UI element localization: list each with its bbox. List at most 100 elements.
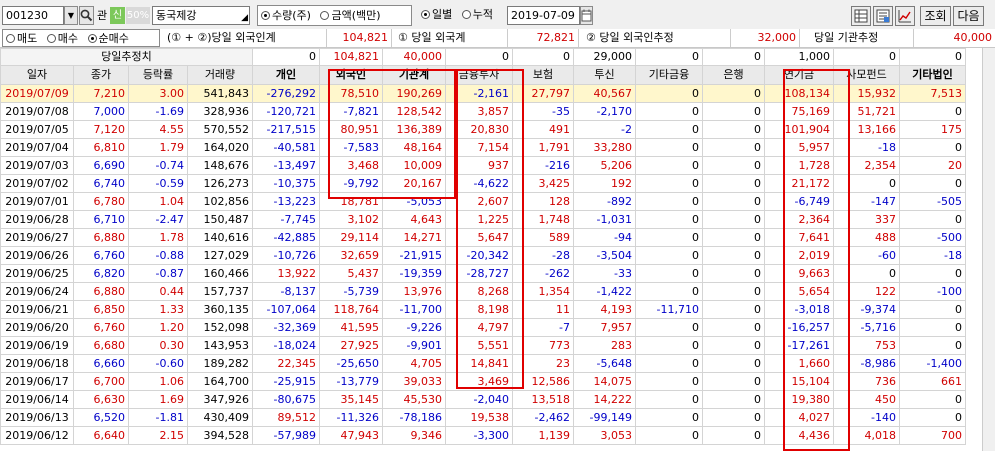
date-cell: 2019/06/21: [0, 300, 74, 319]
column-header[interactable]: 종가: [73, 65, 129, 85]
date-cell: 2019/06/12: [0, 426, 74, 445]
table-row[interactable]: 2019/06/17 6,700 1.06 164,700 -25,915 -13,779…: [0, 372, 966, 391]
estimate-cell: 0: [635, 48, 703, 66]
column-header[interactable]: 기관계: [382, 65, 446, 85]
value-cell: -7,821: [319, 102, 383, 121]
value-cell: 0.44: [128, 282, 188, 301]
value-cell: 0: [702, 372, 765, 391]
trade-option-buy[interactable]: 매수: [46, 32, 78, 45]
foreign-firm-value: 72,821: [507, 29, 579, 47]
estimate-cell: 104,821: [319, 48, 383, 66]
column-header[interactable]: 사모펀드: [833, 65, 900, 85]
column-header[interactable]: 보험: [512, 65, 574, 85]
table-row[interactable]: 2019/06/27 6,880 1.78 140,616 -42,885 29,114 1…: [0, 228, 966, 247]
value-cell: 0: [702, 390, 765, 409]
table-row[interactable]: 2019/07/05 7,120 4.55 570,552 -217,515 80,951…: [0, 120, 966, 139]
table-row[interactable]: 2019/06/20 6,760 1.20 152,098 -32,369 41,595-…: [0, 318, 966, 337]
value-cell: 6,780: [73, 192, 129, 211]
value-cell: 0: [635, 84, 703, 103]
table-row[interactable]: 2019/06/21 6,850 1.33 360,135 -107,064 118,76…: [0, 300, 966, 319]
value-cell: 0: [899, 210, 966, 229]
column-header[interactable]: 등락률: [128, 65, 188, 85]
table-row[interactable]: 2019/07/08 7,000 -1.69 328,936 -120,721 -7,82…: [0, 102, 966, 121]
value-cell: -0.88: [128, 246, 188, 265]
table-row[interactable]: 2019/06/12 6,640 2.15 394,528 -57,989 47,943 9…: [0, 426, 966, 445]
column-header[interactable]: 개인: [252, 65, 320, 85]
table-row[interactable]: 2019/06/13 6,520 -1.81 430,409 89,512 -11,326…: [0, 408, 966, 427]
column-header[interactable]: 투신: [573, 65, 636, 85]
value-cell: 152,098: [187, 318, 253, 337]
table-row[interactable]: 2019/07/02 6,740 -0.59 126,273 -10,375 -9,792…: [0, 174, 966, 193]
value-cell: 126,273: [187, 174, 253, 193]
column-header[interactable]: 금융투자: [445, 65, 513, 85]
value-cell: 6,660: [73, 354, 129, 373]
table-row[interactable]: 2019/07/09 7,210 3.00 541,843 -276,292 78,510…: [0, 84, 966, 103]
vertical-scrollbar[interactable]: [982, 48, 995, 451]
table-row[interactable]: 2019/06/26 6,760 -0.88 127,029 -10,726 32,659…: [0, 246, 966, 265]
date-cell: 2019/07/05: [0, 120, 74, 139]
column-header[interactable]: 연기금: [764, 65, 834, 85]
table-row[interactable]: 2019/07/04 6,810 1.79 164,020 -40,581 -7,583 4…: [0, 138, 966, 157]
table-row[interactable]: 2019/06/18 6,660 -0.60 189,282 22,345 -25,650…: [0, 354, 966, 373]
period-option-cumulative[interactable]: 누적: [461, 8, 493, 21]
stock-name-text: 동국제강: [156, 9, 197, 22]
value-cell: 157,737: [187, 282, 253, 301]
value-cell: 6,760: [73, 246, 129, 265]
stock-code-input[interactable]: 001230: [2, 6, 64, 25]
table-row[interactable]: 2019/07/03 6,690 -0.74 148,676 -13,497 3,468 1…: [0, 156, 966, 175]
table-row[interactable]: 2019/06/19 6,680 0.30 143,953 -18,024 27,925-…: [0, 336, 966, 355]
date-cell: 2019/07/03: [0, 156, 74, 175]
trade-option-sell[interactable]: 매도: [6, 32, 37, 45]
table-row[interactable]: 2019/06/24 6,880 0.44 157,737 -8,137 -5,739 13…: [0, 282, 966, 301]
formula-value: 104,821: [326, 29, 392, 47]
value-cell: 541,843: [187, 84, 253, 103]
code-dropdown-arrow-icon[interactable]: ▼: [64, 6, 78, 25]
value-cell: 6,760: [73, 318, 129, 337]
table-row[interactable]: 2019/06/28 6,710 -2.47 150,487 -7,745 3,102 4,…: [0, 210, 966, 229]
value-cell: 23: [512, 354, 574, 373]
value-cell: 700: [899, 426, 966, 445]
value-cell: 14,841: [445, 354, 513, 373]
column-header[interactable]: 기타금융: [635, 65, 703, 85]
column-header[interactable]: 은행: [702, 65, 765, 85]
value-cell: 0: [899, 264, 966, 283]
value-cell: -18,024: [252, 336, 320, 355]
next-button[interactable]: 다음: [953, 6, 984, 26]
value-cell: 6,680: [73, 336, 129, 355]
column-header[interactable]: 일자: [0, 65, 74, 85]
calendar-icon[interactable]: [580, 6, 593, 25]
settings-table-icon[interactable]: [873, 6, 893, 26]
stock-name-field[interactable]: 동국제강 ◢: [152, 6, 250, 25]
value-cell: 128: [512, 192, 574, 211]
unit-option-quantity[interactable]: 수량(주): [261, 9, 311, 22]
value-cell: 1,660: [764, 354, 834, 373]
value-cell: 3,857: [445, 102, 513, 121]
column-header[interactable]: 거래량: [187, 65, 253, 85]
value-cell: -11,710: [635, 300, 703, 319]
table-row[interactable]: 2019/06/14 6,630 1.69 347,926 -80,675 35,145 4…: [0, 390, 966, 409]
value-cell: 0: [635, 156, 703, 175]
unit-option-amount[interactable]: 금액(백만): [320, 9, 381, 22]
value-cell: 22,345: [252, 354, 320, 373]
search-icon[interactable]: [79, 6, 94, 25]
value-cell: -10,375: [252, 174, 320, 193]
date-input[interactable]: 2019-07-09: [507, 6, 580, 25]
grid-view-icon[interactable]: [851, 6, 871, 26]
value-cell: 2,607: [445, 192, 513, 211]
date-cell: 2019/06/14: [0, 390, 74, 409]
table-row[interactable]: 2019/07/01 6,780 1.04 102,856 -13,223 18,781-…: [0, 192, 966, 211]
value-cell: 0: [702, 426, 765, 445]
value-cell: 937: [445, 156, 513, 175]
chart-icon[interactable]: [895, 6, 915, 26]
value-cell: 0: [899, 174, 966, 193]
trade-option-net-buy[interactable]: 순매수: [87, 32, 129, 45]
column-header[interactable]: 기타법인: [899, 65, 966, 85]
sin-badge: 신: [110, 7, 125, 24]
column-header[interactable]: 외국인: [319, 65, 383, 85]
table-row[interactable]: 2019/06/25 6,820 -0.87 160,466 13,922 5,437 -1…: [0, 264, 966, 283]
value-cell: 7,957: [573, 318, 636, 337]
investor-trend-table: 당일추정치 0 104,821 40,000 0 0 29,000 0 0 1,000 0 0 일자 종가…: [0, 48, 966, 445]
lookup-button[interactable]: 조회: [920, 6, 951, 26]
value-cell: -13,779: [319, 372, 383, 391]
period-option-daily[interactable]: 일별: [421, 8, 452, 21]
